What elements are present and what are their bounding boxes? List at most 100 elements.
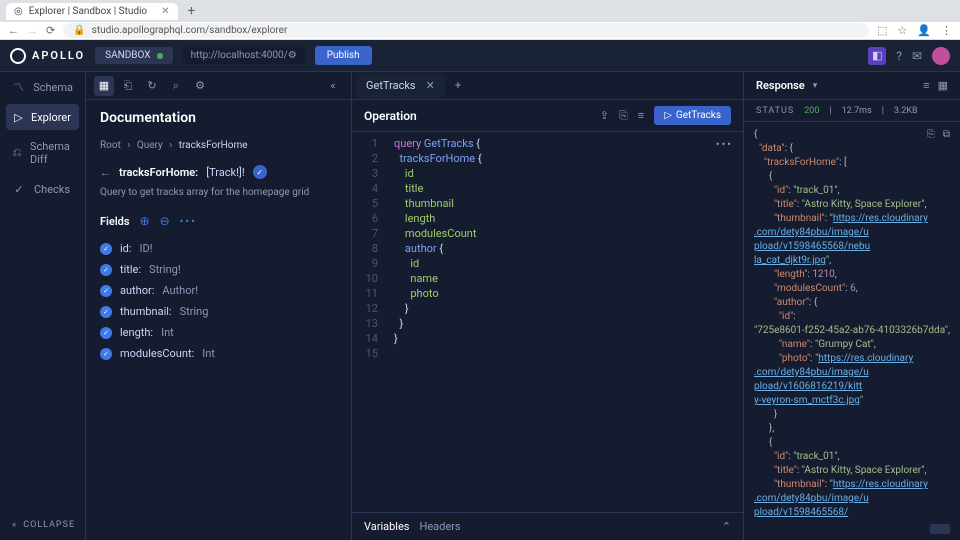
- doc-toolbar: ▦ ⎗ ↻ ⌕ ⚙ «: [86, 72, 351, 100]
- status-label: STATUS: [756, 106, 794, 116]
- code-body[interactable]: query GetTracks { tracksForHome { id tit…: [386, 132, 743, 512]
- response-body[interactable]: ⎘ ⧉ { "data": { "tracksForHome": [ { "id…: [744, 122, 960, 540]
- sidebar-item-schema[interactable]: 〽 Schema: [0, 72, 85, 102]
- browser-tab[interactable]: ◎ Explorer | Sandbox | Studio ✕: [6, 3, 178, 20]
- scrollbar[interactable]: [930, 524, 950, 534]
- search-icon[interactable]: ⌕: [166, 76, 186, 96]
- back-button[interactable]: ←: [8, 24, 19, 37]
- notifications-icon[interactable]: ✉: [912, 49, 922, 63]
- tab-title: Explorer | Sandbox | Studio: [29, 6, 147, 17]
- field-type: String: [180, 305, 209, 318]
- field-name: modulesCount:: [120, 347, 194, 360]
- selected-field-type: [Track!]!: [206, 166, 245, 179]
- breadcrumb-root[interactable]: Root: [100, 140, 121, 151]
- more-options-icon[interactable]: •••: [716, 138, 733, 151]
- field-checked-icon[interactable]: ✓: [100, 348, 112, 360]
- field-row[interactable]: ✓id: ID!: [100, 238, 337, 259]
- field-name: thumbnail:: [120, 305, 172, 318]
- field-type: Int: [202, 347, 215, 360]
- collapse-footer-icon[interactable]: ⌃: [722, 520, 731, 533]
- new-tab-button[interactable]: +: [188, 3, 196, 19]
- url-input[interactable]: 🔒 studio.apollographql.com/sandbox/explo…: [63, 23, 869, 38]
- logo-icon: [10, 48, 26, 64]
- sidebar-item-explorer[interactable]: ▷ Explorer: [6, 104, 79, 130]
- gear-icon[interactable]: ⚙: [288, 50, 297, 61]
- field-row[interactable]: ✓title: String!: [100, 259, 337, 280]
- sandbox-badge[interactable]: SANDBOX: [95, 47, 172, 64]
- help-icon[interactable]: ?: [896, 49, 902, 63]
- profile-icon[interactable]: 👤: [917, 24, 931, 37]
- latency: 12.7ms: [842, 106, 872, 116]
- prettify-icon[interactable]: ≡: [638, 109, 644, 122]
- collapse-panel-icon[interactable]: «: [323, 76, 343, 96]
- field-row[interactable]: ✓ modulesCount: Int: [100, 343, 337, 364]
- field-type: Int: [161, 326, 174, 339]
- sidebar-item-schema-diff[interactable]: ⎌ Schema Diff: [0, 132, 85, 174]
- variables-tab[interactable]: Variables: [364, 520, 410, 533]
- star-icon[interactable]: ☆: [897, 24, 907, 37]
- field-row[interactable]: ✓ thumbnail: String: [100, 301, 337, 322]
- apollo-logo[interactable]: APOLLO: [10, 48, 85, 64]
- editor-tab[interactable]: GetTracks ✕: [356, 73, 445, 98]
- breadcrumb-query[interactable]: Query: [137, 140, 163, 151]
- share-icon[interactable]: ⇪: [600, 109, 609, 122]
- url-text: studio.apollographql.com/sandbox/explore…: [92, 25, 288, 36]
- avatar[interactable]: [932, 47, 950, 65]
- fields-header: Fields ⊕ ⊖ •••: [100, 214, 337, 228]
- editor-panel: GetTracks ✕ + Operation ⇪ ⎘ ≡ ▷ GetTrack…: [352, 72, 744, 540]
- doc-title: Documentation: [100, 110, 337, 126]
- editor-tab-label: GetTracks: [366, 79, 416, 92]
- sidebar-item-label: Explorer: [31, 111, 71, 124]
- field-checked-icon[interactable]: ✓: [100, 285, 112, 297]
- selected-field-name: tracksForHome:: [119, 166, 198, 179]
- collapse-all-icon[interactable]: ⊖: [160, 214, 170, 228]
- settings-icon[interactable]: ⚙: [190, 76, 210, 96]
- copy-icon[interactable]: ⎘: [619, 109, 628, 123]
- collapse-icon: «: [12, 520, 17, 530]
- table-view-icon[interactable]: ▦: [938, 79, 948, 92]
- history-icon[interactable]: ↻: [142, 76, 162, 96]
- field-type: String!: [149, 263, 181, 276]
- response-header: Response ▾ ≡ ▦: [744, 72, 960, 100]
- field-type: Author!: [162, 284, 198, 297]
- doc-view-icon[interactable]: ▦: [94, 76, 114, 96]
- operation-title: Operation: [364, 109, 417, 123]
- collapse-sidebar-button[interactable]: « COLLAPSE: [0, 510, 85, 540]
- expand-all-icon[interactable]: ⊕: [140, 214, 150, 228]
- field-row[interactable]: ✓length: Int: [100, 322, 337, 343]
- field-checked-icon[interactable]: ✓: [100, 327, 112, 339]
- selected-field-header: ← tracksForHome: [Track!]! ✓: [100, 165, 337, 179]
- app-header: APOLLO SANDBOX http://localhost:4000/ ⚙ …: [0, 40, 960, 72]
- breadcrumb-current: tracksForHome: [179, 140, 248, 151]
- copy-icon[interactable]: ⎘: [927, 128, 935, 142]
- code-editor[interactable]: ••• 123456789101112131415 query GetTrack…: [352, 132, 743, 512]
- check-badge-icon[interactable]: ✓: [253, 165, 267, 179]
- status-code: 200: [804, 106, 819, 116]
- graph-url-input[interactable]: http://localhost:4000/ ⚙: [183, 47, 305, 64]
- run-query-button[interactable]: ▷ GetTracks: [654, 106, 731, 125]
- field-checked-icon[interactable]: ✓: [100, 243, 112, 255]
- headers-tab[interactable]: Headers: [420, 520, 461, 533]
- field-checked-icon[interactable]: ✓: [100, 306, 112, 318]
- chevron-down-icon[interactable]: ▾: [813, 81, 818, 91]
- extension-icon[interactable]: ⬚: [877, 24, 887, 37]
- sidebar-item-checks[interactable]: ✓ Checks: [0, 174, 85, 204]
- sidebar: 〽 Schema ▷ Explorer ⎌ Schema Diff ✓ Chec…: [0, 72, 86, 540]
- reload-button[interactable]: ⟳: [46, 24, 55, 37]
- close-icon[interactable]: ✕: [426, 79, 435, 92]
- expand-icon[interactable]: ⧉: [943, 128, 950, 142]
- close-icon[interactable]: ✕: [161, 6, 169, 17]
- field-row[interactable]: ✓author: Author!: [100, 280, 337, 301]
- more-icon[interactable]: •••: [180, 215, 197, 228]
- back-arrow-icon[interactable]: ←: [100, 166, 111, 179]
- field-checked-icon[interactable]: ✓: [100, 264, 112, 276]
- forward-button[interactable]: →: [27, 24, 38, 37]
- bookmark-icon[interactable]: ⎗: [118, 76, 138, 96]
- response-size: 3.2KB: [894, 106, 918, 116]
- sandbox-label: SANDBOX: [105, 50, 150, 61]
- publish-button[interactable]: Publish: [315, 46, 372, 65]
- add-tab-button[interactable]: +: [455, 79, 461, 92]
- announcement-icon[interactable]: ◧: [868, 47, 886, 65]
- json-view-icon[interactable]: ≡: [923, 79, 929, 92]
- menu-icon[interactable]: ⋮: [941, 24, 952, 37]
